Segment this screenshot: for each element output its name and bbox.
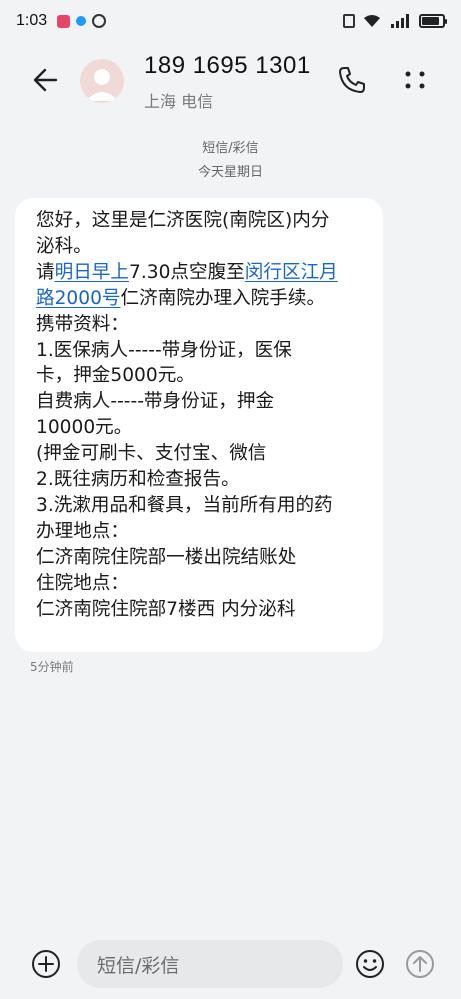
message-text: 7.30点空腹至: [129, 261, 245, 283]
compose-bar: 短信/彩信: [0, 935, 461, 995]
channel-label: 短信/彩信: [202, 141, 259, 156]
conversation-header: 189 1695 1301 上海 电信: [0, 42, 461, 120]
message-input[interactable]: 短信/彩信: [77, 940, 343, 988]
message-text: 自费病人-----带身份证，押金: [36, 391, 275, 413]
emoji-icon[interactable]: [354, 948, 386, 980]
message-text: 携带资料：: [36, 313, 129, 335]
send-icon[interactable]: [404, 948, 436, 980]
message-text: 3.洗漱用品和餐具，当前所有用的药: [36, 494, 333, 516]
avatar[interactable]: [80, 59, 124, 103]
message-link[interactable]: 路2000号: [36, 288, 121, 309]
vibrate-icon: [343, 14, 355, 28]
message-text: 办理地点：: [36, 520, 129, 542]
message-line: 1.医保病人-----带身份证，医保: [36, 338, 369, 364]
message-input-placeholder: 短信/彩信: [97, 954, 180, 977]
message-text: 仁济南院办理入院手续。: [120, 287, 326, 309]
app-notification-icon: [76, 16, 87, 26]
message-line: 路2000号仁济南院办理入院手续。: [36, 286, 369, 312]
message-line: 3.洗漱用品和餐具，当前所有用的药: [36, 493, 369, 519]
signal-icon: [391, 14, 409, 28]
message-line: 自费病人-----带身份证，押金: [36, 389, 369, 415]
message-text: 泌科。: [36, 235, 92, 257]
message-line: 卡，押金5000元。: [36, 363, 369, 389]
message-time: 5分钟前: [30, 660, 74, 674]
message-line: 住院地点：: [36, 571, 369, 597]
message-line: 仁济南院住院部7楼西 内分泌科: [36, 597, 369, 623]
message-line: 办理地点：: [36, 519, 369, 545]
message-line: 携带资料：: [36, 312, 369, 338]
message-text: 请: [36, 261, 55, 283]
phone-icon[interactable]: [336, 64, 368, 96]
message-text: 2.既往病历和检查报告。: [36, 469, 240, 491]
person-icon: [86, 69, 118, 101]
message-line: 10000元。: [36, 415, 369, 441]
message-text: 仁济南院住院部一楼出院结账处: [36, 546, 297, 568]
message-line: (押金可刷卡、支付宝、微信: [36, 441, 369, 467]
alarm-icon: [92, 14, 107, 28]
app-notification-icon: [57, 14, 71, 28]
status-bar: 1:03: [0, 0, 461, 42]
message-line: 请明日早上7.30点空腹至闵行区江月: [36, 260, 369, 286]
message-line: 仁济南院住院部一楼出院结账处: [36, 545, 369, 571]
battery-icon: [419, 14, 447, 28]
message-text: 卡，押金5000元。: [36, 365, 195, 387]
message-text: 1.医保病人-----带身份证，医保: [36, 339, 292, 361]
date-label: 今天星期日: [197, 165, 263, 180]
message-line: 您好，这里是仁济医院(南院区)内分: [36, 208, 369, 234]
more-vertical-icon[interactable]: [400, 64, 430, 96]
message-text: 10000元。: [36, 417, 133, 439]
add-attachment-icon[interactable]: [30, 948, 62, 980]
message-text: 仁济南院住院部7楼西 内分泌科: [36, 598, 296, 620]
back-arrow-icon[interactable]: [28, 62, 64, 98]
wifi-icon: [364, 15, 380, 27]
message-link[interactable]: 明日早上: [55, 262, 129, 283]
message-link[interactable]: 闵行区江月: [245, 262, 338, 283]
message-text: (押金可刷卡、支付宝、微信: [36, 443, 267, 465]
message-bubble[interactable]: 您好，这里是仁济医院(南院区)内分 泌科。 请明日早上7.30点空腹至闵行区江月 路2…: [15, 198, 383, 652]
message-line: 2.既往病历和检查报告。: [36, 467, 369, 493]
status-time: 1:03: [16, 12, 48, 29]
message-text: 住院地点：: [36, 572, 129, 594]
message-line: 泌科。: [36, 234, 369, 260]
message-text: 您好，这里是仁济医院(南院区)内分: [36, 210, 330, 231]
contact-number: 189 1695 1301: [144, 52, 311, 79]
contact-location: 上海 电信: [144, 92, 214, 111]
